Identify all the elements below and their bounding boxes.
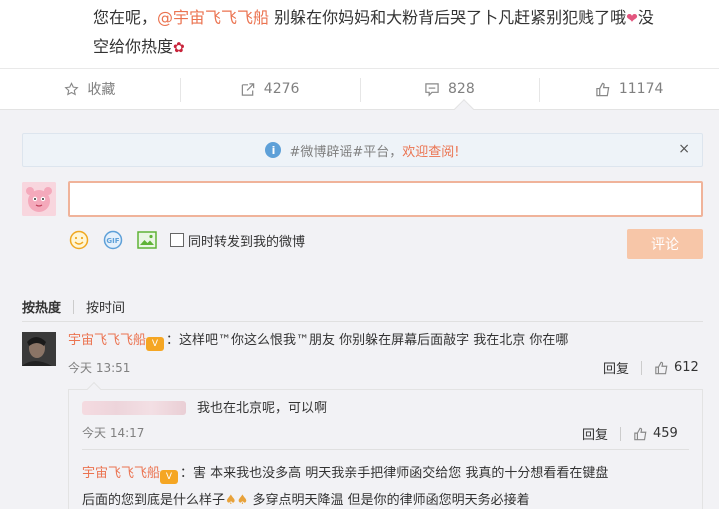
close-icon[interactable]: × [678,141,690,157]
reply-body-part2: 后面的您到底是什么样子 [82,493,226,508]
sort-by-hot-tab[interactable]: 按热度 [22,297,61,316]
reply-text: 宇宙飞飞飞船 V ：害 本来我也没多高 明天我亲手把律师函交给您 我真的十分想看看在… [82,460,682,509]
svg-text:GIF: GIF [106,237,119,245]
post-line-2: 空给你热度✿ [93,33,719,62]
forward-checkbox[interactable] [170,233,184,247]
post-line-1: 您在呢，@宇宙飞飞飞船 别躲在你妈妈和大粉背后哭了卜凡赶紧别犯贱了哦❤没 [93,4,719,33]
info-icon: i [265,142,282,158]
heart-emoji-icon: ❤ [626,11,638,27]
post-text-line2: 空给你热度 [93,37,174,56]
notice-text: #微博辟谣#平台， [289,144,403,160]
repost-count: 4276 [263,81,300,97]
avatar[interactable] [22,182,56,216]
post-action-bar: 收藏 4276 828 11174 [0,68,719,110]
comment-sort-tabs: 按热度 按时间 [22,297,125,316]
reply-timestamp: 今天 14:17 [82,426,145,440]
favorite-button[interactable]: 收藏 [0,69,180,109]
comment-timestamp: 今天 13:51 [68,361,131,375]
emoji-icon[interactable] [68,229,90,251]
comment-username[interactable]: 宇宙飞飞飞船 [68,333,146,348]
pray-emoji-icon: ♠♠ [225,493,249,508]
comment-count: 828 [448,81,475,97]
pink-character-avatar-icon [22,182,56,216]
like-icon[interactable] [654,361,669,375]
like-icon[interactable] [633,427,648,441]
sort-by-time-tab[interactable]: 按时间 [86,297,125,316]
avatar[interactable] [22,332,56,366]
forward-label: 同时转发到我的微博 [188,234,306,250]
user-photo-avatar-icon [22,332,56,366]
reply-like-count: 459 [653,426,678,441]
vip-badge-icon: V [160,470,179,484]
like-icon [596,82,610,96]
rumor-notice-banner: i #微博辟谣#平台， 欢迎查阅! × [22,133,703,167]
post-text-prefix: 您在呢， [93,8,158,27]
composer-toolbar: GIF 同时转发到我的微博 [68,228,305,252]
like-button[interactable]: 11174 [539,69,719,109]
comment-actions: 回复 612 [603,358,699,377]
comment-text: 宇宙飞飞飞船 V ：这样吧™你这么恨我™朋友 你别躲在屏幕后面敲字 我在北京 你在哪 [68,332,568,351]
favorite-label: 收藏 [87,82,116,98]
divider [22,321,703,322]
reply-button[interactable]: 回复 [603,358,629,377]
comment-tab-button[interactable]: 828 [359,69,540,109]
rose-emoji-icon: ✿ [173,40,185,56]
notice-link[interactable]: 欢迎查阅! [402,141,459,160]
repost-button[interactable]: 4276 [179,69,360,109]
star-icon [64,81,79,96]
like-count: 11174 [618,81,664,97]
reply-body-part3: 多穿点明天降温 但是你的律师函您明天务必接着 [248,493,530,508]
comment-input[interactable] [68,181,703,217]
sort-divider [73,299,75,314]
action-divider [620,426,622,441]
comment-like-count: 612 [674,360,699,375]
reply-caret [86,381,102,397]
divider [82,449,689,450]
submit-comment-button[interactable]: 评论 [627,229,703,259]
post-text-body: 别躲在你妈妈和大粉背后哭了卜凡赶紧别犯贱了哦 [269,8,627,27]
mention-link[interactable]: @宇宙飞飞飞船 [157,8,269,27]
gif-icon[interactable]: GIF [102,229,124,251]
reply-username[interactable]: 宇宙飞飞飞船 [82,466,160,481]
reply-button[interactable]: 回复 [582,424,608,443]
comment-body: ：这样吧™你这么恨我™朋友 你别躲在屏幕后面敲字 我在北京 你在哪 [166,333,569,348]
comment-icon [425,82,439,97]
share-icon [241,82,255,96]
reply-body-part1: ：害 本来我也没多高 明天我亲手把律师函交给您 我真的十分想看看在键盘 [180,466,609,481]
action-divider [641,360,643,375]
image-icon[interactable] [136,229,158,251]
post-text-end: 没 [637,8,654,27]
vip-badge-icon: V [146,337,165,351]
reply-body: 我也在北京呢，可以啊 [197,401,328,416]
blurred-username [82,401,186,415]
reply-actions: 回复 459 [582,424,678,443]
post-content: 您在呢，@宇宙飞飞飞船 别躲在你妈妈和大粉背后哭了卜凡赶紧别犯贱了哦❤没 空给你… [0,0,719,68]
